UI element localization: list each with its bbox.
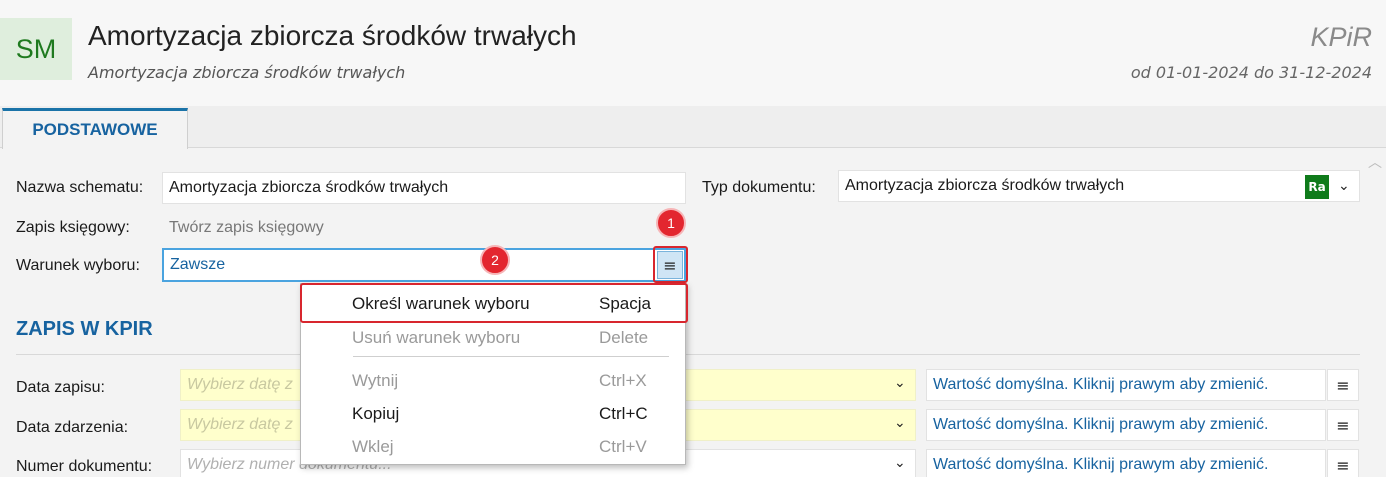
page-subtitle: Amortyzacja zbiorcza środków trwałych: [88, 63, 406, 82]
scheme-name-input[interactable]: Amortyzacja zbiorcza środków trwałych: [162, 172, 686, 204]
callout-1: 1: [656, 208, 686, 238]
menu-item-remove-condition[interactable]: Usuń warunek wyboru Delete: [301, 321, 687, 354]
menu-item-copy[interactable]: Kopiuj Ctrl+C: [301, 397, 687, 430]
chevron-down-icon[interactable]: ⌄: [1338, 178, 1350, 194]
doc-type-badge: Ra: [1305, 175, 1329, 199]
scheme-name-label: Nazwa schematu:: [16, 179, 144, 196]
section-title: ZAPIS W KPIR: [16, 318, 153, 340]
default-value-link[interactable]: Wartość domyślna. Kliknij prawym aby zmi…: [926, 449, 1326, 477]
row-menu-icon[interactable]: ≡: [1327, 369, 1359, 401]
chevron-down-icon[interactable]: ⌄: [894, 415, 906, 431]
doc-type-select[interactable]: Amortyzacja zbiorcza środków trwałych: [838, 170, 1360, 202]
doc-type-label: Typ dokumentu:: [702, 179, 816, 196]
highlight-menu-item: [300, 283, 688, 323]
condition-input[interactable]: Zawsze: [162, 248, 686, 282]
menu-separator: [353, 356, 669, 357]
menu-item-cut[interactable]: Wytnij Ctrl+X: [301, 364, 687, 397]
app-logo: SM: [0, 18, 72, 80]
menu-item-paste[interactable]: Wklej Ctrl+V: [301, 430, 687, 463]
callout-2: 2: [480, 245, 510, 275]
page-title: Amortyzacja zbiorcza środków trwałych: [88, 20, 577, 51]
row-label: Data zdarzenia:: [16, 419, 129, 436]
tab-bar: PODSTAWOWE: [0, 106, 1386, 149]
highlight-menu-button: [653, 246, 688, 283]
scroll-up-icon[interactable]: ︿: [1368, 152, 1382, 172]
booking-input[interactable]: Twórz zapis księgowy: [162, 212, 686, 244]
default-value-link[interactable]: Wartość domyślna. Kliknij prawym aby zmi…: [926, 369, 1326, 401]
row-menu-icon[interactable]: ≡: [1327, 409, 1359, 441]
booking-label: Zapis księgowy:: [16, 219, 130, 236]
tab-podstawowe[interactable]: PODSTAWOWE: [2, 108, 188, 149]
chevron-down-icon[interactable]: ⌄: [894, 375, 906, 391]
row-label: Data zapisu:: [16, 379, 105, 396]
chevron-down-icon[interactable]: ⌄: [894, 455, 906, 471]
header: SM Amortyzacja zbiorcza środków trwałych…: [0, 0, 1386, 106]
default-value-link[interactable]: Wartość domyślna. Kliknij prawym aby zmi…: [926, 409, 1326, 441]
row-menu-icon[interactable]: ≡: [1327, 449, 1359, 477]
doc-type-value: Amortyzacja zbiorcza środków trwałych: [845, 177, 1125, 194]
period-range: od 01-01-2024 do 31-12-2024: [1130, 63, 1372, 82]
condition-label: Warunek wyboru:: [16, 257, 140, 274]
section-divider: [16, 354, 1360, 355]
row-label: Numer dokumentu:: [16, 458, 153, 475]
book-name: KPiR: [1310, 22, 1372, 52]
